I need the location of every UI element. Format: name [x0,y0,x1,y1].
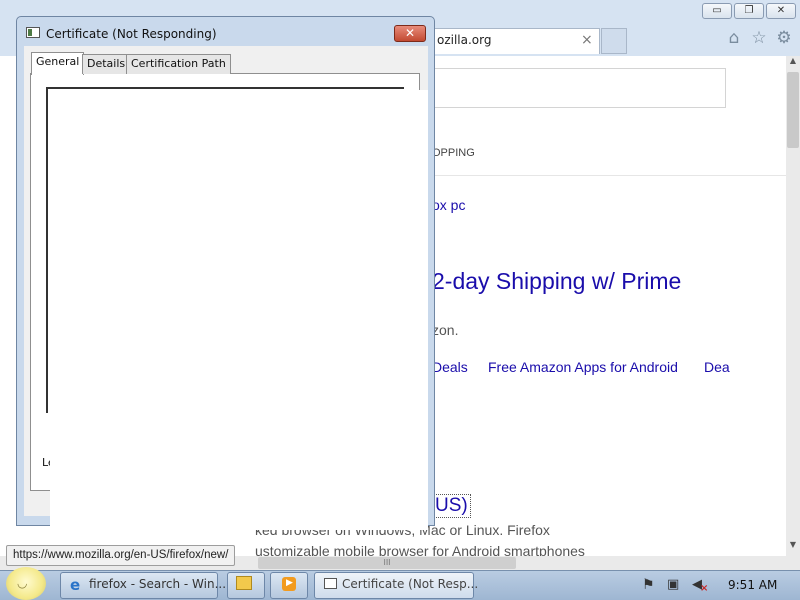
sitelink-amazon-apps[interactable]: Free Amazon Apps for Android [488,359,678,375]
start-orb-icon: ◡ [17,576,28,590]
related-search-link[interactable]: ox pc [432,197,465,213]
tab-certification-path[interactable]: Certification Path [126,54,231,74]
nav-divider [428,175,786,176]
tab-close-icon[interactable]: × [581,32,593,48]
clock[interactable]: 9:51 AM [728,578,777,592]
certificate-icon-seal [28,29,32,36]
taskbar-item-certificate-label: Certificate (Not Resp... [342,577,479,591]
browser-minimize-button[interactable]: ▭ [702,3,732,19]
scroll-down-icon[interactable]: ▼ [786,540,800,554]
taskbar-item-browser-label: firefox - Search - Win... [89,577,227,591]
volume-mute-icon: × [700,583,709,594]
play-icon: ▶ [286,578,293,588]
scroll-up-icon[interactable]: ▲ [786,56,800,70]
explorer-icon [236,576,252,590]
sitelink-partial[interactable]: Dea [704,359,730,375]
horizontal-scroll-thumb[interactable]: III [258,557,516,569]
action-center-flag-icon[interactable]: ⚑ [642,577,655,593]
certificate-icon [324,578,337,589]
unpainted-region [50,90,428,530]
dialog-title: Certificate (Not Responding) [46,27,217,41]
status-bar-url: https://www.mozilla.org/en-US/firefox/ne… [6,545,236,566]
sitelink-deals[interactable]: Deals [432,359,468,375]
browser-tab-label: ozilla.org [437,33,492,47]
new-tab-button[interactable] [601,28,627,54]
tab-general[interactable]: General [31,52,85,75]
vertical-scroll-thumb[interactable] [787,72,799,148]
star-icon[interactable]: ☆ [750,29,768,47]
ad-description: zon. [432,322,459,338]
network-icon[interactable]: ▣ [667,577,679,592]
nav-item-shopping[interactable]: OPPING [432,147,475,159]
home-icon[interactable]: ⌂ [725,29,743,47]
ad-title-link[interactable]: 2-day Shipping w/ Prime [432,268,681,295]
result-title-link[interactable]: US) [432,494,471,518]
dialog-close-button[interactable]: ✕ [394,25,426,42]
browser-tab[interactable]: ozilla.org × [428,28,600,54]
browser-maximize-button[interactable]: ❐ [734,3,764,19]
tab-details[interactable]: Details [82,54,131,74]
browser-close-button[interactable]: ✕ [766,3,796,19]
ie-icon: e [70,576,81,594]
gear-icon[interactable]: ⚙ [775,29,793,47]
search-input[interactable] [428,68,726,108]
